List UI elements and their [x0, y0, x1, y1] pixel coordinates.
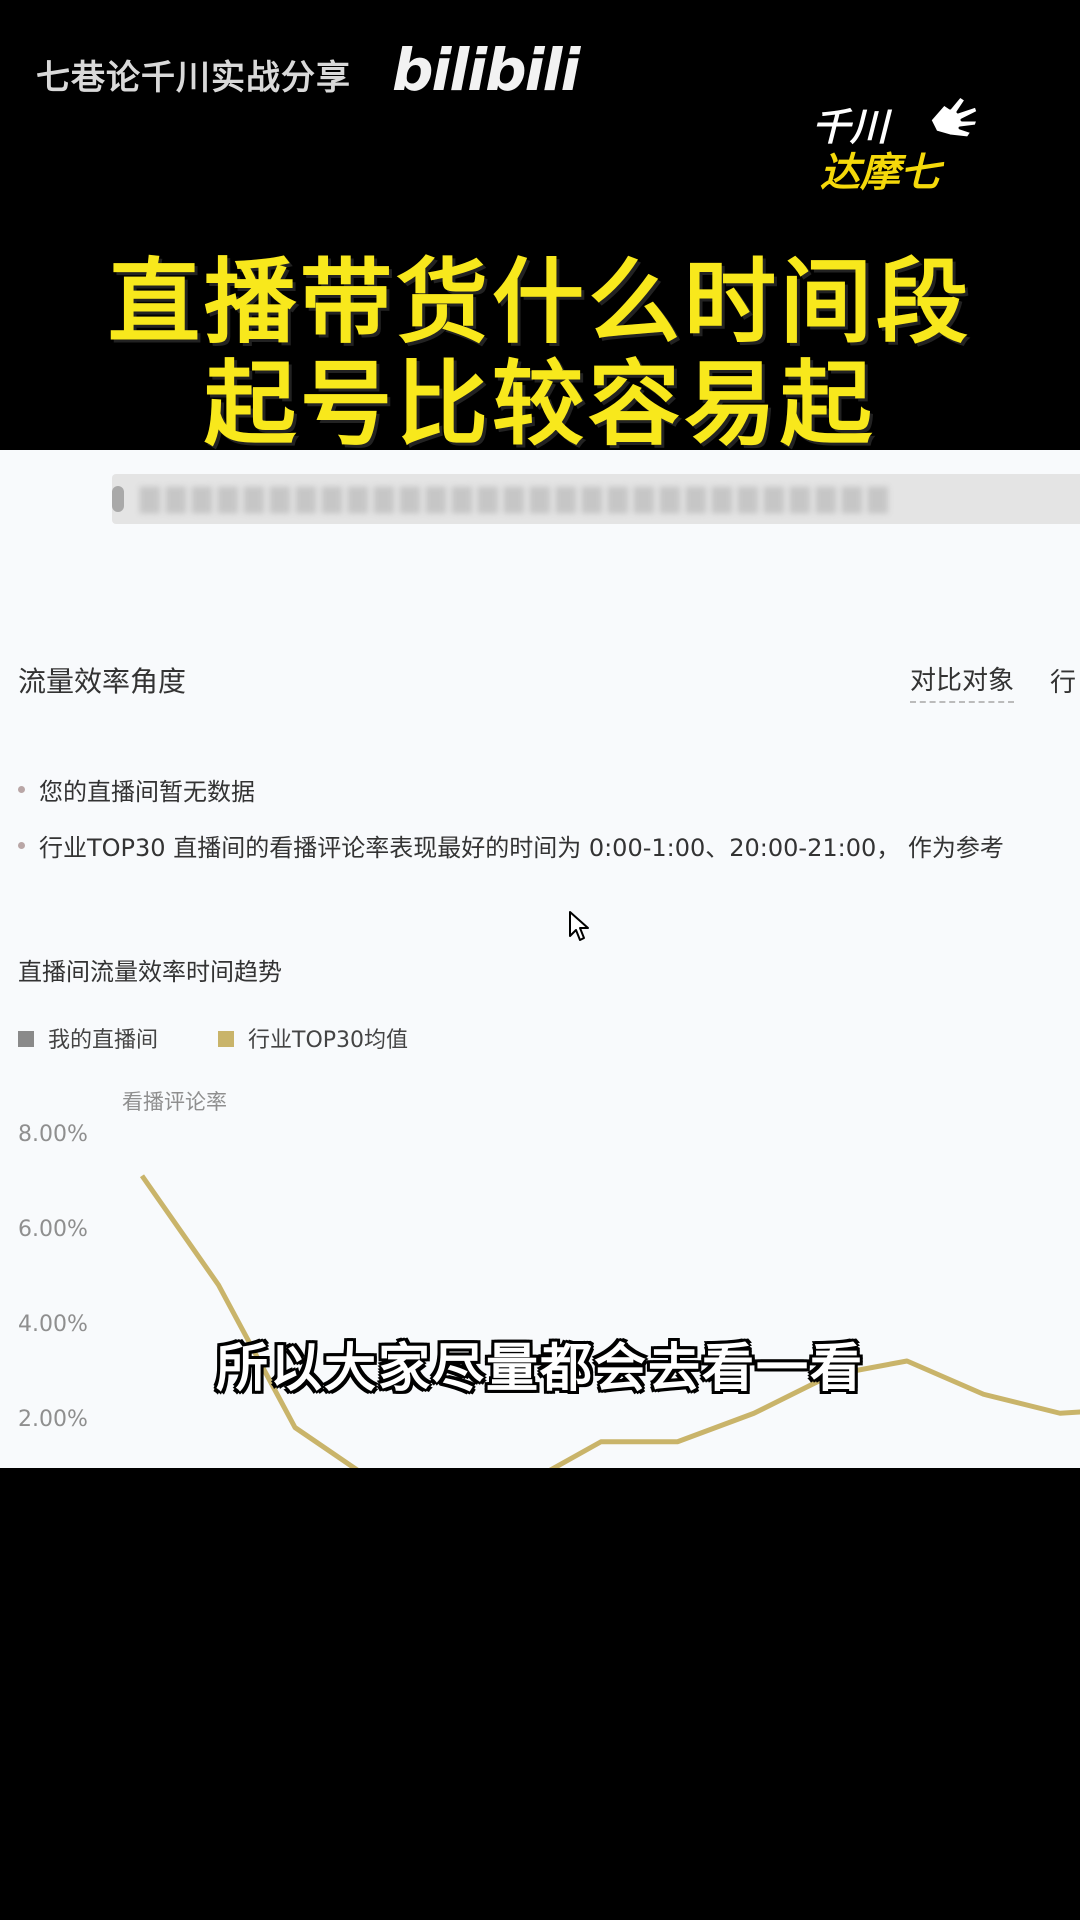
trend-line-chart: 8.00%6.00%4.00%2.00% [18, 1122, 1080, 1468]
y-tick-label: 2.00% [18, 1407, 88, 1432]
hand-icon [928, 94, 980, 140]
bullet-dot-icon [18, 785, 25, 793]
insight-item: 行业TOP30 直播间的看播评论率表现最好的时间为 0:00-1:00、20:0… [18, 828, 1004, 863]
legend-industry-top30[interactable]: 行业TOP30均值 [218, 1022, 408, 1054]
legend-label: 我的直播间 [48, 1028, 159, 1053]
y-tick-label: 8.00% [18, 1122, 88, 1147]
channel-watermark: 七巷论千川实战分享 [36, 58, 351, 98]
legend-my-room[interactable]: 我的直播间 [18, 1022, 158, 1054]
brand-logo: 千川 达摩七 [812, 94, 1002, 196]
bilibili-logo: bilibili [392, 36, 580, 104]
legend-swatch [218, 1031, 234, 1047]
insight-text: 您的直播间暂无数据 [39, 778, 255, 806]
insight-text: 行业TOP30 直播间的看播评论率表现最好的时间为 0:00-1:00、20:0… [39, 834, 1004, 862]
y-tick-label: 6.00% [18, 1217, 88, 1242]
series-line-industry-top30 [139, 1174, 1080, 1468]
blurred-banner-text: ▇▇▇▇▇▇▇▇▇▇▇▇▇▇▇▇▇▇▇▇▇▇▇▇▇▇▇▇▇ [140, 484, 894, 514]
headline-line2: 起号比较容易起 [203, 351, 876, 458]
video-subtitle: 所以大家尽量都会去看一看 [215, 1339, 864, 1399]
compare-target-dropdown[interactable]: 对比对象 [910, 660, 1015, 703]
legend-swatch [18, 1031, 34, 1047]
insight-item: 您的直播间暂无数据 [18, 772, 255, 807]
legend-label: 行业TOP30均值 [248, 1028, 409, 1053]
bullet-dot-icon [18, 841, 25, 849]
section-title: 流量效率角度 [18, 665, 187, 698]
compare-target-option[interactable]: 行 [1050, 662, 1076, 699]
trend-chart-title: 直播间流量效率时间趋势 [18, 958, 282, 986]
blurred-banner: ▇▇▇▇▇▇▇▇▇▇▇▇▇▇▇▇▇▇▇▇▇▇▇▇▇▇▇▇▇ [112, 474, 1080, 524]
banner-dot-icon [112, 486, 124, 512]
mouse-cursor-icon [569, 911, 589, 941]
brand-line2: 达摩七 [820, 150, 940, 196]
